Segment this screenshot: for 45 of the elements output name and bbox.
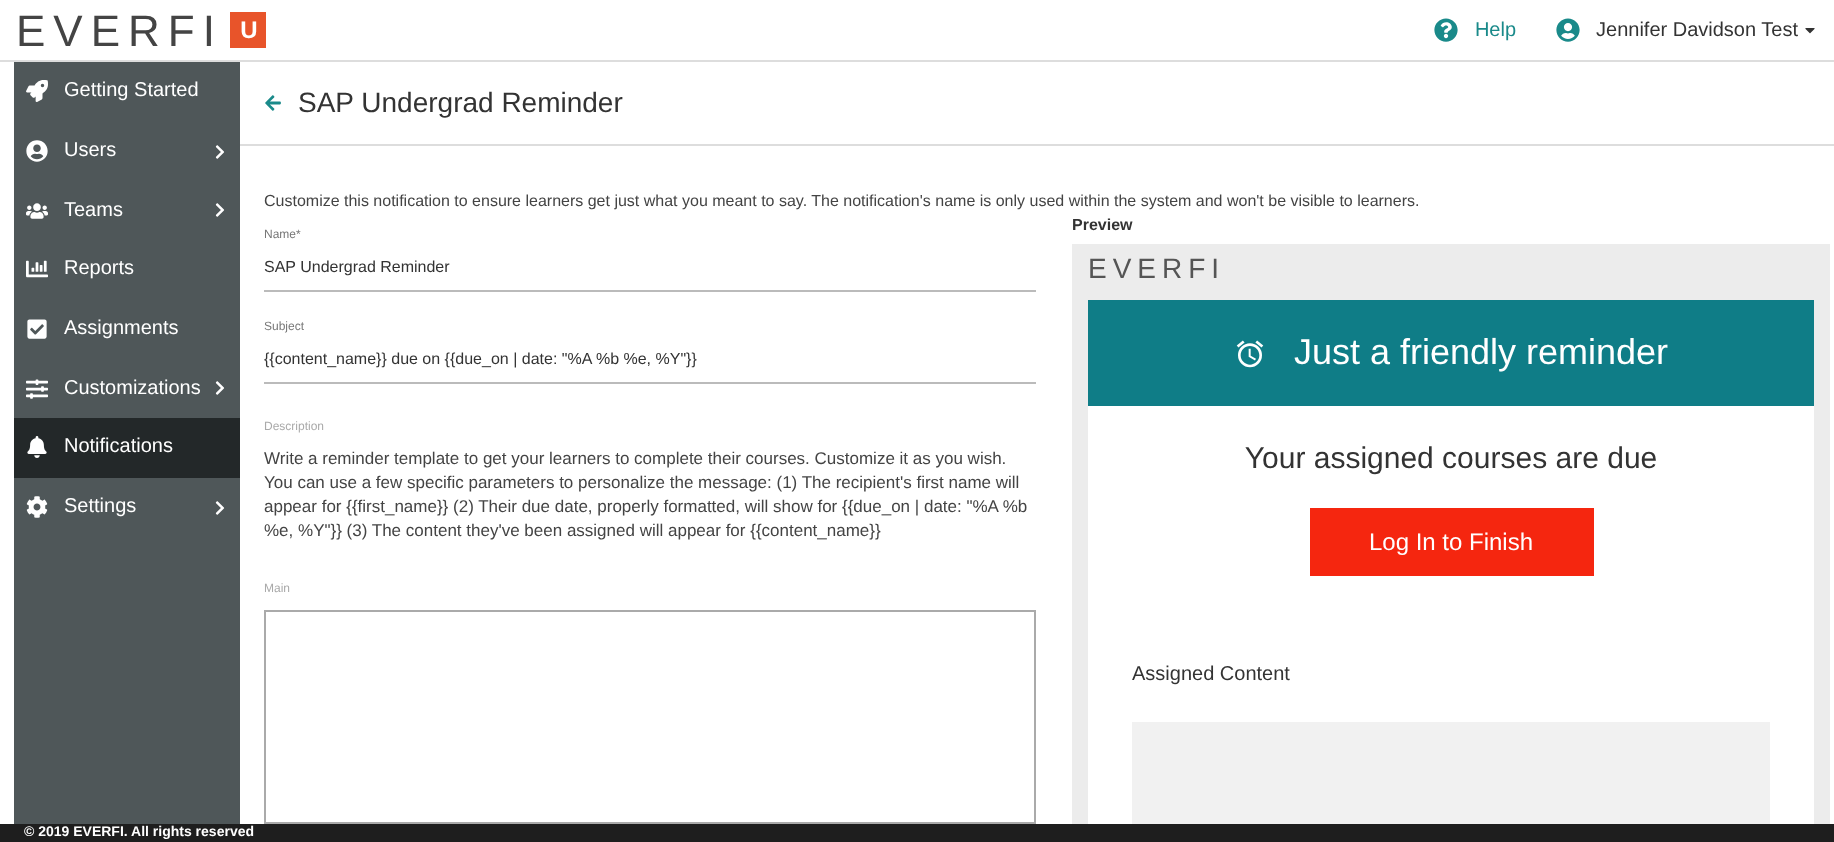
description-text: Write a reminder template to get your learners to complete their courses. Customize it as you wish. You can use a few specific parameters to personalize the message: (1) The recipient's first name will appear for {{first_name}} (2) Their due date, properly formatted, will show for {{due_on | date: "%A %b %e, %Y"}} (3) The content they've been assigned will appear for {{content_name}} <box>264 446 1030 542</box>
sidebar-item[interactable]: Teams <box>14 180 240 241</box>
page-title: SAP Undergrad Reminder <box>298 84 623 122</box>
sidebar-label: Teams <box>64 197 125 226</box>
settings-icon <box>26 496 48 519</box>
sidebar-item[interactable]: Reports <box>14 240 240 300</box>
intro-text: Customize this notification to ensure learners get just what you meant to say. The notification's name is only used within the system and won't be visible to learners. <box>264 190 1422 214</box>
alarm-clock-icon <box>1233 337 1266 369</box>
user-icon <box>1556 18 1581 42</box>
main-textarea[interactable] <box>264 610 1036 824</box>
preview-label: Preview <box>1072 214 1135 238</box>
preview-logo: EVERFI <box>1088 250 1228 288</box>
checkbox-icon <box>26 318 48 341</box>
sidebar-label: Settings <box>64 494 139 523</box>
sidebar-item[interactable]: Settings <box>14 477 240 537</box>
finish-button[interactable]: Log In to Finish <box>1309 507 1593 575</box>
logo-badge: U <box>230 12 267 48</box>
banner-text: Just a friendly reminder <box>1293 330 1669 376</box>
sidebar-label: Customizations <box>64 375 203 404</box>
sidebar-label: Reports <box>64 256 137 285</box>
rocket-icon <box>26 80 48 103</box>
sidebar-item[interactable]: Customizations <box>14 358 240 419</box>
text-field[interactable]: {{content_name}} due on {{due_on | date: "%A %b %e, %Y"}} <box>264 348 1036 384</box>
sidebar-label: Getting Started <box>64 78 201 107</box>
help-icon <box>1434 18 1459 42</box>
team-icon <box>26 199 48 222</box>
sidebar-item[interactable]: Users <box>14 121 240 181</box>
user-icon <box>26 140 48 163</box>
sidebar-item[interactable]: Notifications <box>14 418 240 478</box>
sidebar-label: Users <box>64 138 119 167</box>
chart-icon <box>26 258 48 281</box>
caret-icon <box>1802 22 1818 38</box>
section-heading: Assigned Content <box>1132 661 1290 689</box>
help-link[interactable]: Help <box>1474 15 1517 45</box>
sliders-icon <box>26 377 48 400</box>
back-icon[interactable] <box>264 94 282 112</box>
preview-heading: Your assigned courses are due <box>1244 440 1658 480</box>
sidebar-item[interactable]: Getting Started <box>14 62 240 122</box>
sidebar-label: Assignments <box>64 316 181 345</box>
bell-icon <box>26 436 48 459</box>
sidebar-item[interactable]: Assignments <box>14 299 240 359</box>
logo: EVERFI <box>16 3 223 59</box>
text-field[interactable]: SAP Undergrad Reminder <box>264 256 1036 292</box>
sidebar-label: Notifications <box>64 434 175 463</box>
user-menu[interactable]: Jennifer Davidson Test <box>1596 15 1798 45</box>
